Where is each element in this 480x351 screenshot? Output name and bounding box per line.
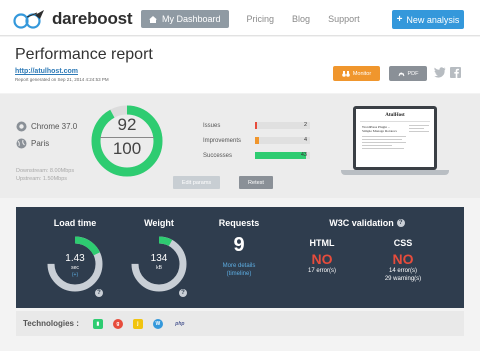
chrome-icon (16, 121, 27, 132)
report-url-link[interactable]: http://atulhost.com (15, 68, 78, 75)
key-metrics-panel: Load time 1.43 sec (+) ? Weight 134 kB ?… (16, 207, 464, 308)
weight-label: Weight (144, 218, 174, 228)
wordpress-icon[interactable]: W (152, 318, 163, 329)
brand-name: dareboost (52, 9, 133, 28)
weight-help-icon[interactable]: ? (179, 289, 187, 297)
load-time-label: Load time (53, 218, 97, 228)
metric-successes-count: 43 (300, 152, 307, 158)
site-screenshot-laptop[interactable]: AtulHost WordPress Plugin – Simple Manag… (341, 106, 449, 180)
upstream-speed: Upstream: 1.50Mbps (16, 176, 68, 182)
css-warnings[interactable]: 29 warning(s) (368, 276, 438, 282)
my-dashboard-button[interactable]: My Dashboard (141, 10, 229, 28)
dareboost-logo[interactable]: dareboost (13, 9, 133, 29)
laptop-screen-content: AtulHost WordPress Plugin – Simple Manag… (356, 109, 434, 167)
load-time-value: 1.43 (65, 253, 85, 264)
screenshot-sidebar (409, 125, 429, 134)
laptop-screen: AtulHost WordPress Plugin – Simple Manag… (353, 106, 437, 170)
nav-link-blog[interactable]: Blog (292, 14, 310, 24)
browser-version: Chrome 37.0 (31, 122, 78, 131)
html-label: HTML (309, 238, 335, 248)
social-share (434, 67, 461, 78)
metric-issues-bar: 2 (255, 122, 310, 129)
screenshot-post-heading: WordPress Plugin – Simple Manage Rotator… (362, 125, 397, 133)
edit-params-button[interactable]: Edit params (173, 176, 220, 189)
metric-issues-label: Issues (203, 122, 221, 129)
network-settings: Downstream: 8.00Mbps Upstream: 1.50Mbps (16, 167, 74, 183)
css-status: NO (392, 251, 414, 267)
facebook-icon[interactable] (450, 67, 461, 78)
retest-button[interactable]: Retest (239, 176, 273, 189)
css-label: CSS (393, 238, 413, 248)
pdf-label: PDF (407, 70, 419, 77)
screenshot-text-lines (362, 136, 428, 149)
report-header: Performance report http://atulhost.com R… (0, 37, 480, 93)
css-errors[interactable]: 14 error(s) (368, 268, 438, 274)
google-icon[interactable]: g (112, 318, 123, 329)
metric-improvements[interactable]: Improvements 4 (203, 133, 311, 148)
metric-successes-bar: 43 (255, 152, 310, 159)
top-navigation-bar: dareboost My Dashboard Pricing Blog Supp… (0, 0, 480, 36)
load-time-unit: sec (71, 265, 79, 271)
jquery-icon[interactable]: j (132, 318, 143, 329)
monitor-label: Monitor (352, 70, 372, 77)
technologies-label: Technologies : (23, 319, 79, 328)
monitor-button[interactable]: Monitor (333, 66, 380, 81)
nav-link-support[interactable]: Support (328, 14, 360, 24)
home-icon (149, 15, 157, 23)
metric-successes-label: Successes (203, 152, 233, 159)
metric-improvements-count: 4 (303, 137, 307, 143)
nav-link-pricing[interactable]: Pricing (247, 14, 275, 24)
twitter-icon[interactable] (434, 67, 446, 78)
weight-gauge (131, 236, 187, 292)
metric-successes[interactable]: Successes 43 (203, 148, 311, 163)
plus-icon: + (396, 14, 403, 25)
requests-label: Requests (218, 218, 260, 228)
load-time-help-icon[interactable]: ? (95, 289, 103, 297)
load-time-gauge (47, 236, 103, 292)
html-status: NO (311, 251, 333, 267)
google-analytics-icon[interactable]: ▮ (92, 318, 103, 329)
downstream-speed: Downstream: 8.00Mbps (16, 168, 75, 174)
report-summary: Chrome 37.0 Paris Downstream: 8.00Mbps U… (0, 94, 480, 198)
audit-metrics: Issues 2 Improvements 4 Successes 43 (203, 118, 311, 163)
requests-value: 9 (233, 234, 245, 256)
requests-details-link[interactable]: More details (timeline) (216, 262, 262, 278)
performance-score-max: 100 (100, 137, 154, 159)
page-title: Performance report (15, 46, 153, 63)
pdf-icon (398, 72, 404, 77)
metric-improvements-fill (255, 137, 259, 144)
w3c-label-text: W3C validation (329, 218, 394, 228)
report-generated-date: Report generated on Sep 21, 2014 4:24:53… (15, 77, 109, 82)
globe-icon (16, 138, 27, 149)
html-errors[interactable]: 17 error(s) (292, 268, 352, 274)
weight-unit: kB (156, 265, 162, 271)
load-time-delta[interactable]: (+) (52, 272, 98, 278)
screenshot-divider (360, 121, 430, 122)
laptop-base (341, 170, 449, 175)
test-location: Paris (31, 139, 50, 148)
technologies-bar: Technologies : ▮ g j W php (16, 311, 464, 336)
metric-successes-fill (255, 152, 307, 159)
metric-improvements-label: Improvements (203, 137, 242, 144)
main-nav: My Dashboard Pricing Blog Support (141, 10, 360, 28)
performance-score: 92 (117, 115, 137, 134)
my-dashboard-label: My Dashboard (162, 14, 221, 24)
w3c-label: W3C validation ? (312, 218, 422, 228)
rocket-logo-icon (13, 10, 44, 29)
metric-improvements-bar: 4 (255, 137, 310, 144)
screenshot-site-title: AtulHost (385, 113, 405, 118)
browser-info: Chrome 37.0 (16, 121, 77, 132)
w3c-help-icon[interactable]: ? (396, 219, 405, 227)
pdf-button[interactable]: PDF (389, 66, 427, 81)
binoculars-icon (342, 70, 350, 77)
weight-value: 134 (150, 253, 168, 264)
metric-issues[interactable]: Issues 2 (203, 118, 311, 133)
metric-issues-count: 2 (303, 122, 307, 128)
metric-issues-fill (255, 122, 258, 129)
new-analysis-label: New analysis (406, 14, 460, 25)
new-analysis-button[interactable]: + New analysis (392, 10, 464, 29)
location-info: Paris (16, 138, 49, 149)
php-icon[interactable]: php (173, 319, 187, 329)
